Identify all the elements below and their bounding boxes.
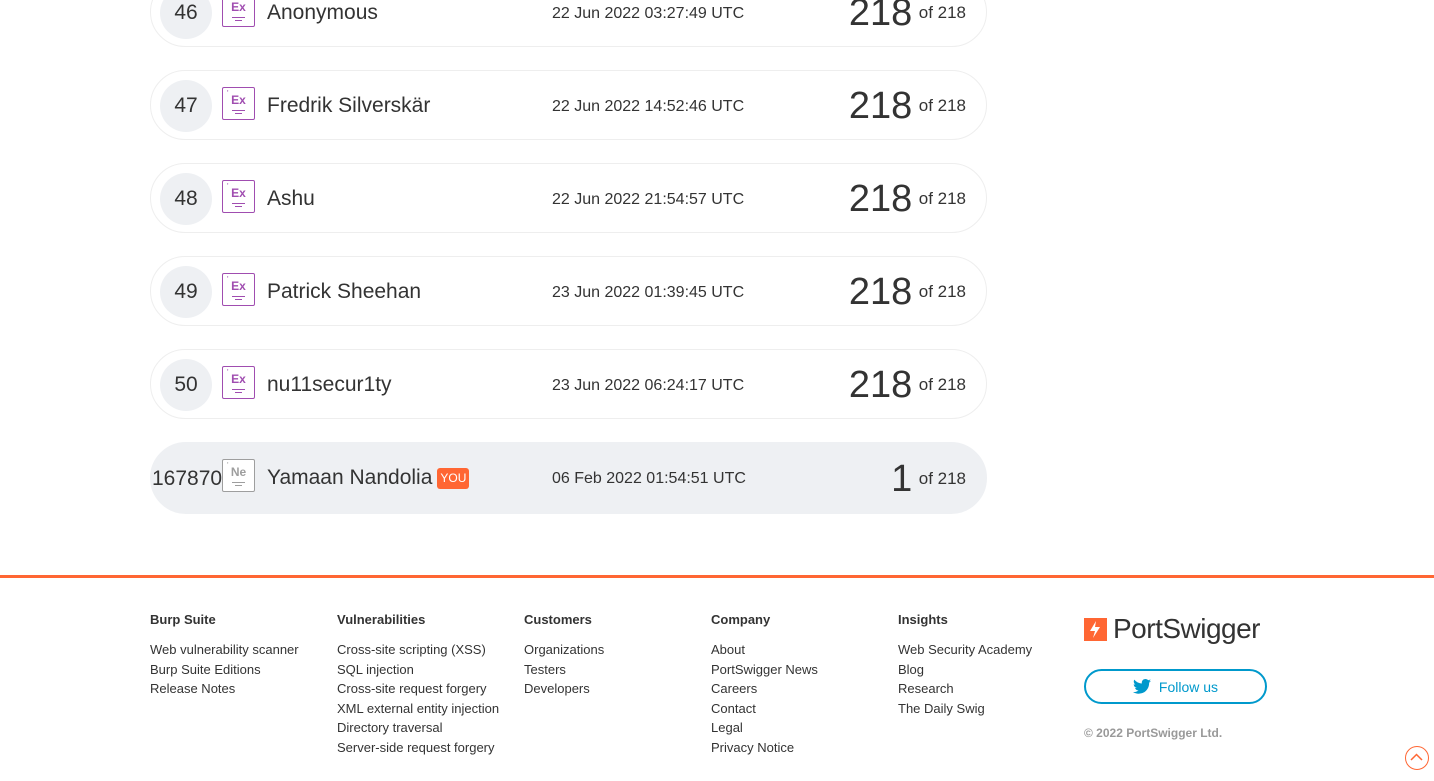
completion-date: 22 Jun 2022 03:27:49 UTC <box>552 5 745 22</box>
footer-column-customers: Customers Organizations Testers Develope… <box>524 612 604 699</box>
footer-link[interactable]: Research <box>898 679 1032 699</box>
score-value: 218 <box>848 271 913 313</box>
rank-number: 167870 <box>152 467 223 490</box>
leaderboard-row: 49 ' Ex Patrick Sheehan 23 Jun 2022 01:39… <box>150 256 987 326</box>
user-name: Yamaan Nandolia YOU <box>267 465 470 491</box>
footer-link[interactable]: Web vulnerability scanner <box>150 640 299 660</box>
footer-link[interactable]: Directory traversal <box>337 718 499 738</box>
footer-link[interactable]: XML external entity injection <box>337 699 499 719</box>
footer-link[interactable]: Contact <box>711 699 818 719</box>
completion-date: 23 Jun 2022 06:24:17 UTC <box>552 377 745 394</box>
level-badge-label: Ex <box>231 279 246 293</box>
footer-link[interactable]: Burp Suite Editions <box>150 660 299 680</box>
footer-link[interactable]: Release Notes <box>150 679 299 699</box>
footer-heading: Insights <box>898 612 948 627</box>
level-badge-icon: ' Ex <box>222 87 255 120</box>
score-total: of 218 <box>918 96 966 115</box>
score-total: of 218 <box>918 375 966 394</box>
footer-link[interactable]: Testers <box>524 660 604 680</box>
footer-link[interactable]: Cross-site scripting (XSS) <box>337 640 499 660</box>
footer-link[interactable]: Legal <box>711 718 818 738</box>
user-name: Fredrik Silverskär <box>267 94 431 117</box>
score-value: 218 <box>848 178 913 220</box>
user-name-text: Yamaan Nandolia <box>267 466 433 489</box>
copyright: © 2022 PortSwigger Ltd. <box>1084 726 1223 740</box>
footer-column-burp-suite: Burp Suite Web vulnerability scanner Bur… <box>150 612 299 699</box>
leaderboard-row: 46 ' Ex Anonymous 22 Jun 2022 03:27:49 UT… <box>150 0 987 47</box>
footer-link[interactable]: Web Security Academy <box>898 640 1032 660</box>
rank-number: 46 <box>160 0 212 39</box>
score-total: of 218 <box>918 282 966 301</box>
score: 218 of 218 <box>849 83 966 129</box>
footer-column-insights: Insights Web Security Academy Blog Resea… <box>898 612 1032 718</box>
score-value: 1 <box>891 458 913 500</box>
footer-link[interactable]: The Daily Swig <box>898 699 1032 719</box>
score-total: of 218 <box>918 3 966 22</box>
footer-link[interactable]: Organizations <box>524 640 604 660</box>
footer-column-vulnerabilities: Vulnerabilities Cross-site scripting (XS… <box>337 612 499 758</box>
follow-us-label: Follow us <box>1158 678 1219 695</box>
score-value: 218 <box>848 0 913 34</box>
user-name: nu11secur1ty <box>267 373 392 396</box>
footer-heading: Company <box>711 612 771 627</box>
level-badge-label: Ex <box>231 186 246 200</box>
score-value: 218 <box>848 85 913 127</box>
level-badge-label: Ex <box>231 0 246 14</box>
rank-number: 47 <box>160 80 212 132</box>
user-name: Ashu <box>267 187 315 210</box>
score: 218 of 218 <box>849 0 966 36</box>
footer-link[interactable]: About <box>711 640 818 660</box>
user-name: Anonymous <box>267 1 378 24</box>
brand-name: PortSwigger <box>1113 613 1261 644</box>
level-badge-icon: ' Ne <box>222 459 255 492</box>
score: 218 of 218 <box>849 269 966 315</box>
footer-heading: Customers <box>524 612 592 627</box>
level-badge-label: Ex <box>231 372 246 386</box>
completion-date: 23 Jun 2022 01:39:45 UTC <box>552 284 745 301</box>
level-badge-icon: ' Ex <box>222 366 255 399</box>
footer-link[interactable]: Server-side request forgery <box>337 738 499 758</box>
twitter-bird-icon <box>1132 679 1151 694</box>
footer-heading: Burp Suite <box>150 612 216 627</box>
you-badge: YOU <box>437 468 470 489</box>
footer-divider <box>0 575 1434 578</box>
footer-heading: Vulnerabilities <box>337 612 426 627</box>
user-name: Patrick Sheehan <box>267 280 422 303</box>
current-user-row: 167870 ' Ne Yamaan Nandolia YOU 06 Feb 202… <box>150 442 987 514</box>
level-badge-label: Ex <box>231 93 246 107</box>
score-total: of 218 <box>918 469 966 488</box>
portswigger-logo[interactable]: PortSwigger <box>1084 613 1261 644</box>
completion-date: 22 Jun 2022 21:54:57 UTC <box>552 191 745 208</box>
leaderboard-row: 48 ' Ex Ashu 22 Jun 2022 21:54:57 UTC 218… <box>150 163 987 233</box>
score-total: of 218 <box>918 189 966 208</box>
rank-number: 49 <box>160 266 212 318</box>
leaderboard-row: 47 ' Ex Fredrik Silverskär 22 Jun 2022 14… <box>150 70 987 140</box>
footer-link[interactable]: PortSwigger News <box>711 660 818 680</box>
back-to-top-button[interactable] <box>1405 746 1429 770</box>
rank-number: 50 <box>160 359 212 411</box>
level-badge-icon: ' Ex <box>222 273 255 306</box>
score-value: 218 <box>848 364 913 406</box>
footer-link[interactable]: SQL injection <box>337 660 499 680</box>
leaderboard-row: 50 ' Ex nu11secur1ty 23 Jun 2022 06:24:17… <box>150 349 987 419</box>
score: 1 of 218 <box>891 456 966 502</box>
footer-link[interactable]: Cross-site request forgery <box>337 679 499 699</box>
score: 218 of 218 <box>849 362 966 408</box>
level-badge-label: Ne <box>230 465 247 479</box>
footer-link[interactable]: Careers <box>711 679 818 699</box>
completion-date: 06 Feb 2022 01:54:51 UTC <box>552 470 746 487</box>
footer-link[interactable]: Privacy Notice <box>711 738 818 758</box>
follow-us-button[interactable]: Follow us <box>1084 669 1267 704</box>
footer-link[interactable]: Developers <box>524 679 604 699</box>
rank-number: 48 <box>160 173 212 225</box>
level-badge-icon: ' Ex <box>222 180 255 213</box>
leaderboard-list: 46 ' Ex Anonymous 22 Jun 2022 03:27:49 UT… <box>150 0 987 537</box>
completion-date: 22 Jun 2022 14:52:46 UTC <box>552 98 745 115</box>
score: 218 of 218 <box>849 176 966 222</box>
footer-column-company: Company About PortSwigger News Careers C… <box>711 612 818 758</box>
portswigger-logo-icon <box>1084 617 1107 641</box>
chevron-up-icon <box>1410 753 1423 761</box>
level-badge-icon: ' Ex <box>222 0 255 27</box>
footer-link[interactable]: Blog <box>898 660 1032 680</box>
